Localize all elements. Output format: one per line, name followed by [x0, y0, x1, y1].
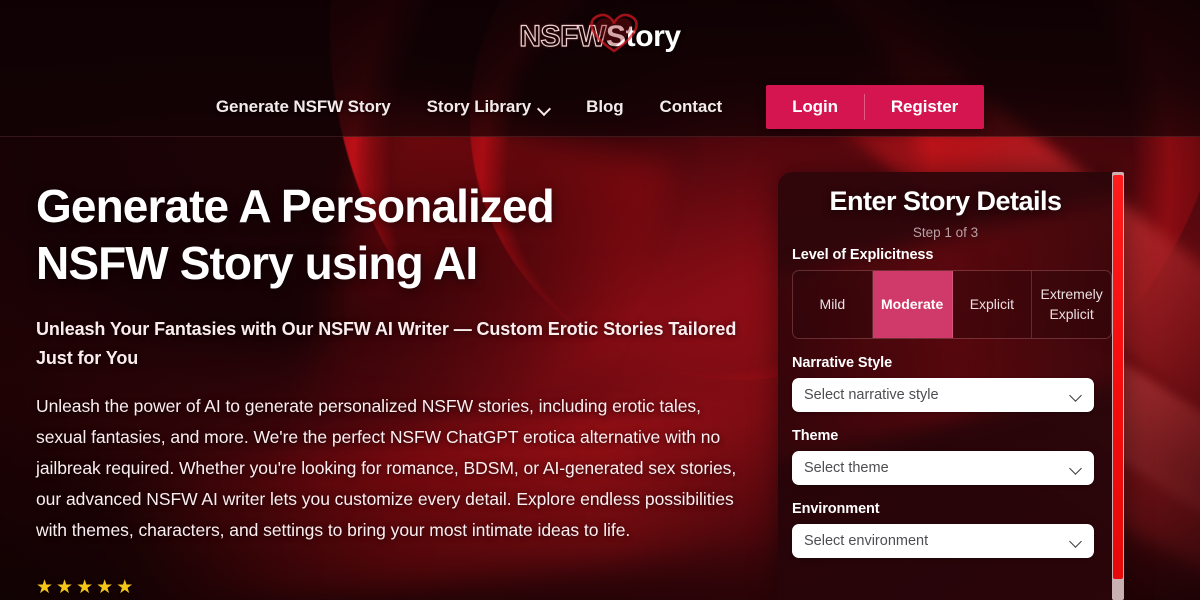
page-root: NSFWStory Generate NSFW Story Story Libr… — [0, 0, 1200, 600]
hero-body-text: Unleash the power of AI to generate pers… — [36, 396, 737, 541]
step-indicator: Step 1 of 3 — [912, 225, 979, 240]
site-logo[interactable]: NSFWStory — [0, 13, 1200, 53]
hero-title-line-2: NSFW Story using AI — [36, 236, 478, 289]
nav-item-blog[interactable]: Blog — [586, 97, 623, 117]
star-icon: ★ — [116, 577, 134, 598]
star-icon: ★ — [36, 577, 54, 598]
nav-item-generate-nsfw-story[interactable]: Generate NSFW Story — [216, 97, 391, 117]
explicitness-option-extremely-explicit[interactable]: Extremely Explicit — [1032, 271, 1111, 338]
theme-select[interactable]: Select theme — [792, 451, 1094, 485]
rating-stars: ★ ★ ★ ★ ★ — [36, 578, 133, 597]
site-header: NSFWStory Generate NSFW Story Story Libr… — [0, 0, 1200, 137]
environment-label: Environment — [792, 501, 880, 517]
hero-section: Generate A Personalized NSFW Story using … — [36, 178, 756, 546]
environment-placeholder: Select environment — [804, 533, 929, 549]
login-button[interactable]: Login — [766, 85, 864, 129]
star-icon: ★ — [76, 577, 94, 598]
environment-select[interactable]: Select environment — [792, 524, 1094, 558]
narrative-style-placeholder: Select narrative style — [804, 387, 939, 403]
logo-text-nsfw: NSFW — [519, 20, 607, 53]
nav-item-story-library-label: Story Library — [426, 97, 532, 116]
explicitness-segmented-control: Mild Moderate Explicit Extremely Explici… — [792, 270, 1112, 339]
explicitness-option-mild[interactable]: Mild — [793, 271, 873, 338]
narrative-style-label: Narrative Style — [792, 355, 893, 371]
explicitness-label: Level of Explicitness — [792, 247, 934, 263]
logo-text-story: Story — [606, 20, 681, 53]
panel-scrollbar-thumb[interactable] — [1113, 175, 1123, 579]
panel-content: Enter Story Details Step 1 of 3 Level of… — [778, 172, 1123, 558]
star-icon: ★ — [56, 577, 74, 598]
nav-item-story-library[interactable]: Story Library — [427, 97, 551, 117]
narrative-style-select[interactable]: Select narrative style — [792, 378, 1094, 412]
explicitness-option-explicit[interactable]: Explicit — [952, 271, 1033, 338]
star-icon: ★ — [96, 577, 114, 598]
header-divider — [0, 136, 1200, 137]
page-title: Generate A Personalized NSFW Story using … — [36, 178, 756, 291]
chevron-down-icon — [1070, 391, 1082, 399]
register-button[interactable]: Register — [865, 85, 984, 129]
main-navigation: Generate NSFW Story Story Library Blog C… — [0, 82, 1200, 132]
auth-button-group: Login Register — [766, 85, 985, 129]
chevron-down-icon — [539, 104, 550, 111]
panel-scrollbar[interactable] — [1112, 172, 1124, 600]
story-details-panel: Enter Story Details Step 1 of 3 Level of… — [778, 172, 1123, 600]
hero-title-line-1: Generate A Personalized — [36, 180, 555, 232]
nav-links: Generate NSFW Story Story Library Blog C… — [216, 97, 722, 117]
chevron-down-icon — [1070, 464, 1082, 472]
chevron-down-icon — [1070, 537, 1082, 545]
theme-placeholder: Select theme — [804, 460, 889, 476]
hero-subtitle: Unleash Your Fantasies with Our NSFW AI … — [36, 319, 737, 369]
theme-label: Theme — [792, 428, 839, 444]
explicitness-option-moderate[interactable]: Moderate — [872, 271, 953, 338]
nav-item-contact[interactable]: Contact — [660, 97, 723, 117]
panel-title: Enter Story Details — [829, 186, 1062, 216]
